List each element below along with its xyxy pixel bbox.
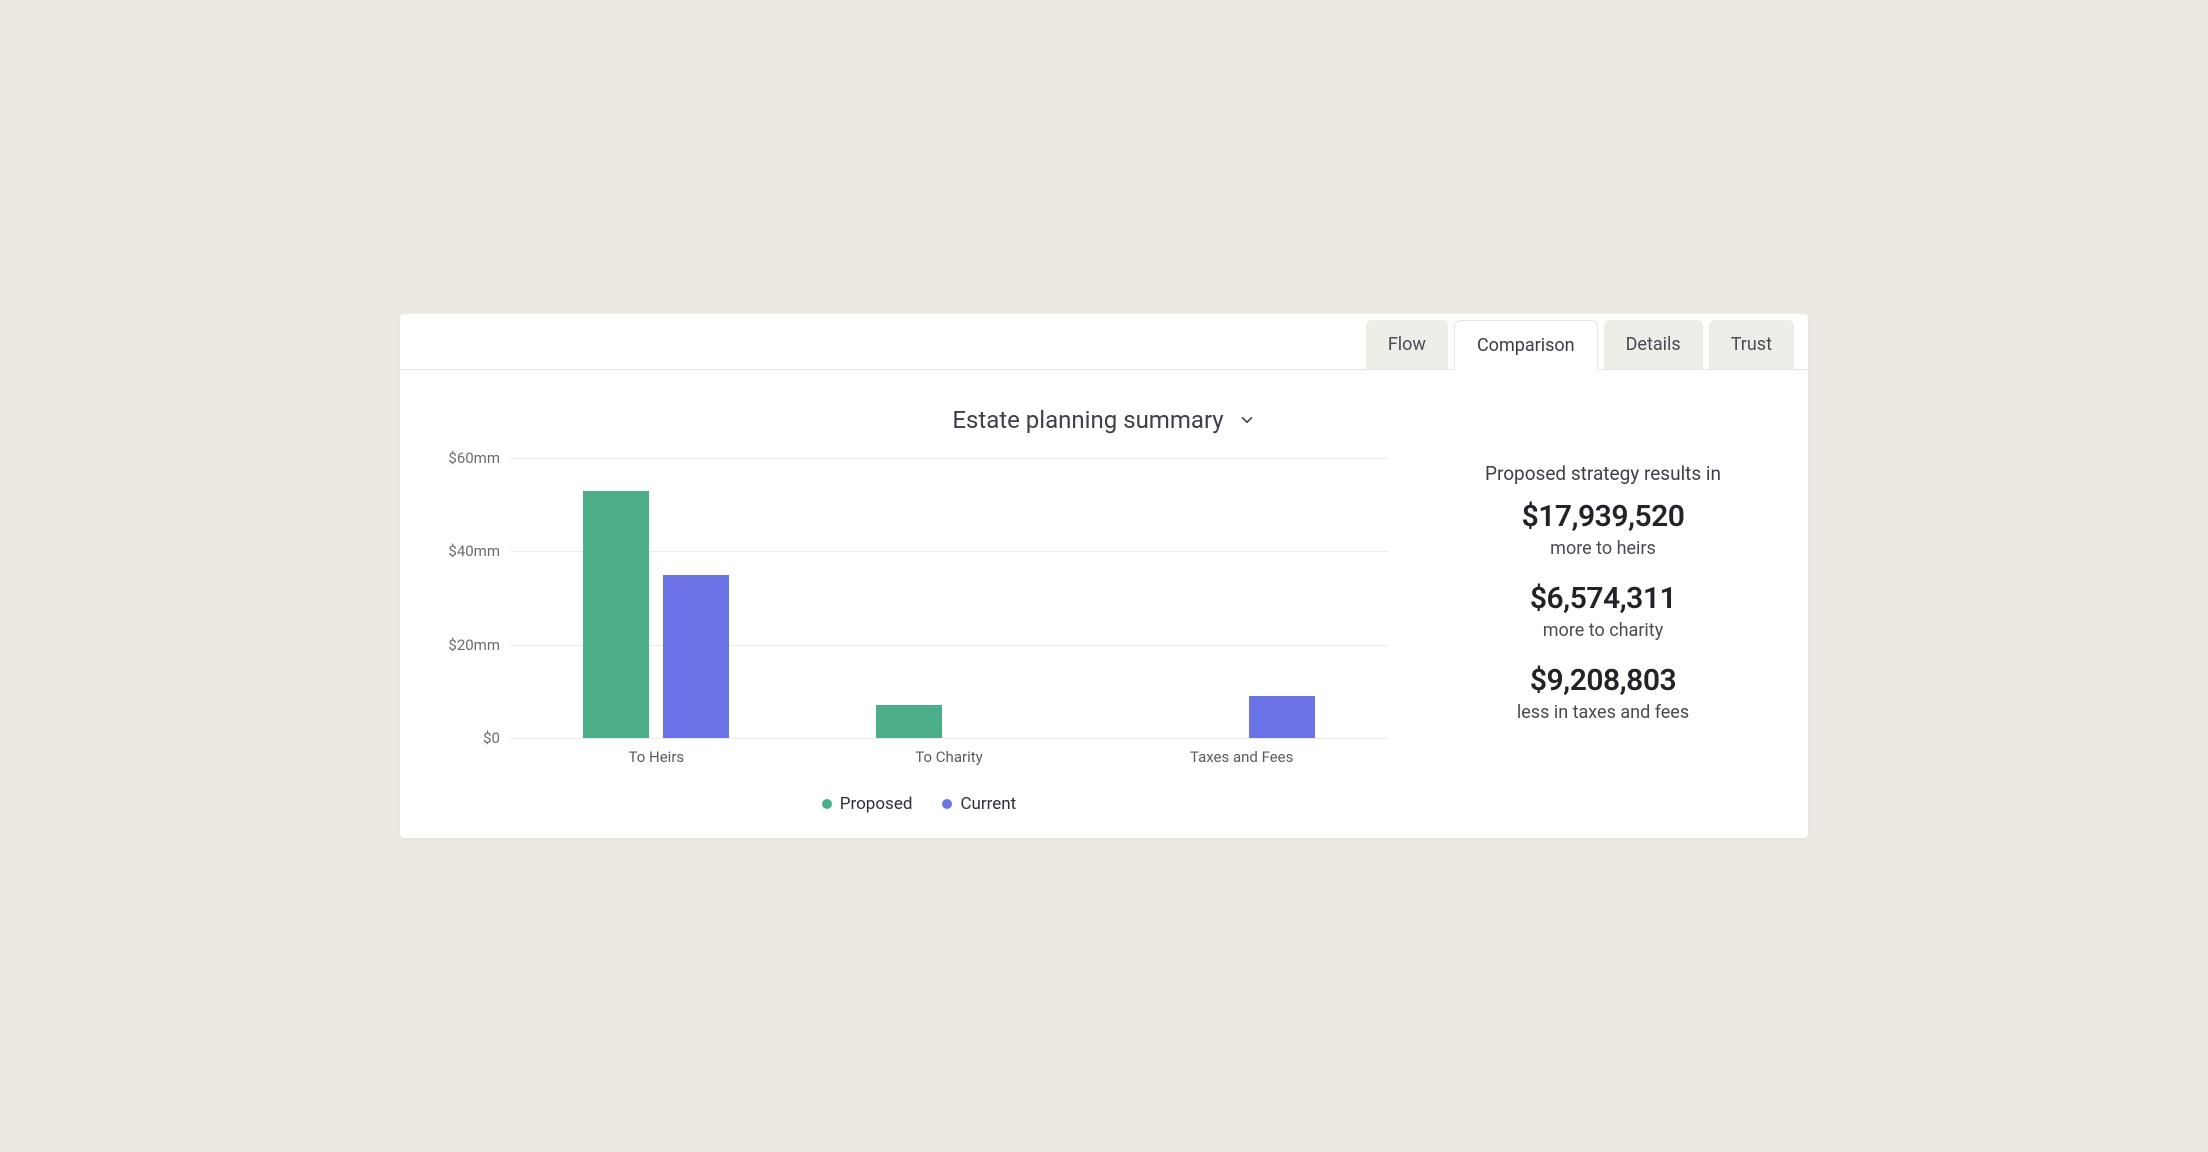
bar-proposed [876,705,942,738]
gridline [510,738,1388,739]
summary-item: $9,208,803 less in taxes and fees [1438,663,1768,723]
bar-proposed [583,491,649,738]
y-tick-label: $0 [440,729,500,747]
bars-layer [510,458,1388,738]
y-tick-label: $20mm [440,636,500,654]
legend-swatch [942,799,952,809]
y-tick-label: $40mm [440,542,500,560]
bar-chart: $0$20mm$40mm$60mm To HeirsTo CharityTaxe… [440,458,1398,814]
bar-current [1249,696,1315,738]
page-title: Estate planning summary [952,406,1223,434]
tab-bar: Flow Comparison Details Trust [400,314,1808,370]
legend: Proposed Current [440,794,1398,814]
tab-details[interactable]: Details [1604,320,1703,369]
content-area: Estate planning summary $0 $20mm $40mm $60m… [400,370,1808,838]
summary-item: $6,574,311 more to charity [1438,581,1768,641]
summary-amount: $6,574,311 [1438,581,1768,616]
tab-flow[interactable]: Flow [1366,320,1448,369]
tab-trust[interactable]: Trust [1709,320,1794,369]
category-group [803,458,1096,738]
title-dropdown[interactable]: Estate planning summary [440,406,1768,434]
legend-item: Current [942,794,1016,814]
summary-amount: $17,939,520 [1438,499,1768,534]
legend-label: Proposed [840,794,913,814]
legend-item: Proposed [822,794,913,814]
summary-lead: Proposed strategy results in [1438,462,1768,485]
summary-amount: $9,208,803 [1438,663,1768,698]
summary-desc: more to heirs [1438,538,1768,559]
x-tick-label: To Charity [803,738,1096,766]
card: Flow Comparison Details Trust Estate pla… [400,314,1808,838]
category-group [1095,458,1388,738]
bar-current [663,575,729,738]
summary-desc: less in taxes and fees [1438,702,1768,723]
x-tick-label: To Heirs [510,738,803,766]
summary-panel: Proposed strategy results in $17,939,520… [1438,458,1768,814]
summary-desc: more to charity [1438,620,1768,641]
x-tick-label: Taxes and Fees [1095,738,1388,766]
legend-label: Current [960,794,1016,814]
main-row: $0$20mm$40mm$60mm To HeirsTo CharityTaxe… [440,458,1768,814]
category-group [510,458,803,738]
y-tick-label: $60mm [440,449,500,467]
legend-swatch [822,799,832,809]
summary-item: $17,939,520 more to heirs [1438,499,1768,559]
tab-comparison[interactable]: Comparison [1454,320,1598,370]
chevron-down-icon [1238,411,1256,429]
